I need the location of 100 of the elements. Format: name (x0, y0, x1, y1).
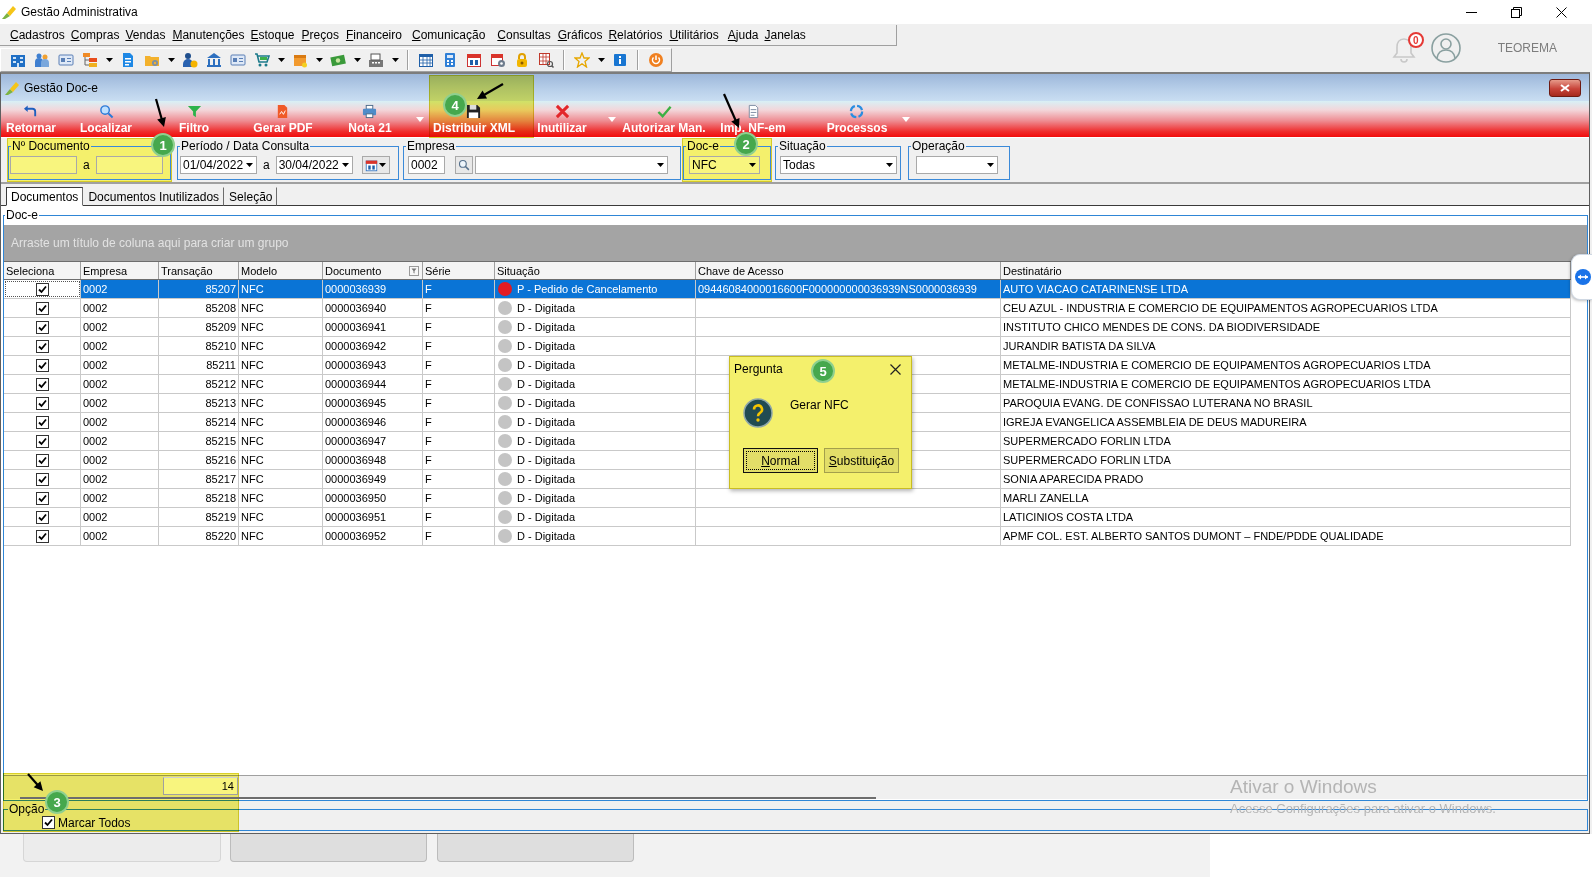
cash-register-icon[interactable] (368, 52, 384, 68)
menu-item[interactable]: Gráficos (555, 28, 605, 42)
menu-item[interactable]: Vendas (123, 28, 168, 42)
menu-item[interactable]: Financeiro (343, 28, 404, 42)
document-icon[interactable] (120, 52, 136, 68)
toolbar-button[interactable]: Localizar (77, 101, 135, 137)
table-search-icon[interactable] (538, 52, 554, 68)
caret-icon[interactable] (657, 163, 664, 167)
calculator-icon[interactable] (442, 52, 458, 68)
input-field[interactable]: 0002 (408, 156, 445, 174)
caret-icon[interactable] (597, 58, 605, 62)
close-icon[interactable] (1556, 6, 1567, 18)
checkbox[interactable] (35, 301, 49, 315)
input-field[interactable] (95, 156, 163, 174)
restore-icon[interactable] (1511, 6, 1522, 18)
caret-icon[interactable] (987, 163, 994, 167)
toolbar-button[interactable]: Autorizar Man. (619, 101, 709, 137)
toolbar-button[interactable]: Gerar PDF (250, 101, 316, 137)
caret-icon[interactable] (353, 58, 361, 62)
checkbox[interactable] (35, 491, 49, 505)
menu-item[interactable]: Relatórios (606, 28, 665, 42)
column-header[interactable]: Seleciona (4, 262, 81, 279)
caret-icon[interactable] (749, 163, 756, 167)
column-header[interactable]: Documento (323, 262, 423, 279)
menu-item[interactable]: Compras (68, 28, 122, 42)
toolbar-button[interactable]: Filtro (176, 101, 212, 137)
column-header[interactable]: Modelo (239, 262, 323, 279)
checkbox[interactable] (35, 529, 49, 543)
caret-icon[interactable] (391, 58, 399, 62)
caret-icon[interactable] (886, 163, 893, 167)
date-field[interactable]: 30/04/2022 (275, 156, 353, 174)
combo-field[interactable]: NFC (689, 156, 760, 174)
cart-icon[interactable] (254, 52, 270, 68)
table-row[interactable]: 0002 85220 NFC 0000036952 F D - Digitada APMF COL. EST. ALBERTO SANTOS DUMONT – FNDE/PDDE QUALIDADE (4, 527, 1571, 546)
checkbox[interactable] (35, 415, 49, 429)
checkbox[interactable] (35, 320, 49, 334)
caret-icon[interactable] (341, 163, 349, 167)
caret-icon[interactable] (277, 58, 285, 62)
input-field[interactable] (10, 156, 77, 174)
column-header[interactable]: Empresa (81, 262, 159, 279)
building-icon[interactable] (10, 52, 26, 68)
caret-icon[interactable] (379, 163, 387, 167)
bank-icon[interactable] (206, 52, 222, 68)
menu-item[interactable]: Janelas (762, 28, 808, 42)
hierarchy-icon[interactable] (82, 52, 98, 68)
menu-item[interactable]: Consultas (495, 28, 553, 42)
combo-field[interactable]: Todas (780, 156, 897, 174)
checkbox[interactable] (35, 358, 49, 372)
minimize-icon[interactable] (1466, 11, 1477, 13)
info-icon[interactable] (612, 52, 628, 68)
checkbox[interactable] (35, 510, 49, 524)
menu-item[interactable]: Estoque (248, 28, 297, 42)
money-icon[interactable] (330, 52, 346, 68)
close-button[interactable] (1549, 78, 1581, 97)
bell-icon[interactable] (1391, 36, 1416, 64)
combo-field[interactable] (916, 156, 998, 174)
star-icon[interactable] (574, 52, 590, 68)
menu-item[interactable]: Cadastros (8, 28, 67, 42)
toolbar-button[interactable]: Retornar (3, 101, 59, 137)
menu-item[interactable]: Manutenções (170, 28, 247, 42)
checkbox[interactable] (35, 282, 49, 296)
column-header[interactable]: Transação (159, 262, 239, 279)
calendar-gear-icon[interactable] (490, 52, 506, 68)
table-row[interactable]: 0002 85218 NFC 0000036950 F D - Digitada MARLI ZANELLA (4, 489, 1571, 508)
person-coin-icon[interactable] (182, 52, 198, 68)
checkbox-label[interactable]: Marcar Todos (42, 815, 131, 830)
box-icon[interactable] (292, 52, 308, 68)
table-row[interactable]: 0002 85210 NFC 0000036942 F D - Digitada JURANDIR BATISTA DA SILVA (4, 337, 1571, 356)
power-icon[interactable] (648, 52, 664, 68)
table-row[interactable]: 0002 85209 NFC 0000036941 F D - Digitada INSTITUTO CHICO MENDES DE CONS. DA BIODIVERSIDADE (4, 318, 1571, 337)
checkbox[interactable] (35, 339, 49, 353)
checkbox[interactable] (35, 472, 49, 486)
table-row[interactable]: 0002 85219 NFC 0000036951 F D - Digitada LATICINIOS COSTA LTDA (4, 508, 1571, 527)
caret-icon[interactable] (315, 58, 323, 62)
dialog-button[interactable]: Normal (743, 448, 818, 473)
menu-item[interactable]: Preços (299, 28, 341, 42)
calendar-button[interactable] (361, 156, 390, 174)
calendar-icon[interactable] (466, 52, 482, 68)
column-header[interactable]: Situação (495, 262, 696, 279)
id-card-icon[interactable] (58, 52, 74, 68)
menu-item[interactable]: Utilitários (667, 28, 721, 42)
checkbox[interactable] (42, 816, 55, 829)
checkbox[interactable] (35, 453, 49, 467)
scrollbar-thumb[interactable] (20, 797, 876, 799)
date-field[interactable]: 01/04/2022 (180, 156, 257, 174)
search-button[interactable] (455, 156, 473, 174)
close-icon[interactable] (890, 363, 901, 375)
tab[interactable]: Documentos (6, 187, 84, 206)
menu-item[interactable]: Ajuda (725, 28, 761, 42)
people-icon[interactable] (34, 52, 50, 68)
id-card-icon[interactable] (230, 52, 246, 68)
side-tab[interactable] (1571, 254, 1592, 300)
toolbar-button[interactable]: Inutilizar (534, 101, 590, 137)
table-row[interactable]: 0002 85208 NFC 0000036940 F D - Digitada CEU AZUL - INDUSTRIA E COMERCIO DE EQUIPAMENTOS AGROPECUARIOS LTDA (4, 299, 1571, 318)
caret-icon[interactable] (105, 58, 113, 62)
caret-icon[interactable] (246, 163, 253, 167)
column-header[interactable]: Chave de Acesso (696, 262, 1001, 279)
table-icon[interactable] (418, 52, 434, 68)
dialog-button[interactable]: Substituição (824, 448, 899, 473)
filter-icon[interactable] (409, 265, 419, 276)
